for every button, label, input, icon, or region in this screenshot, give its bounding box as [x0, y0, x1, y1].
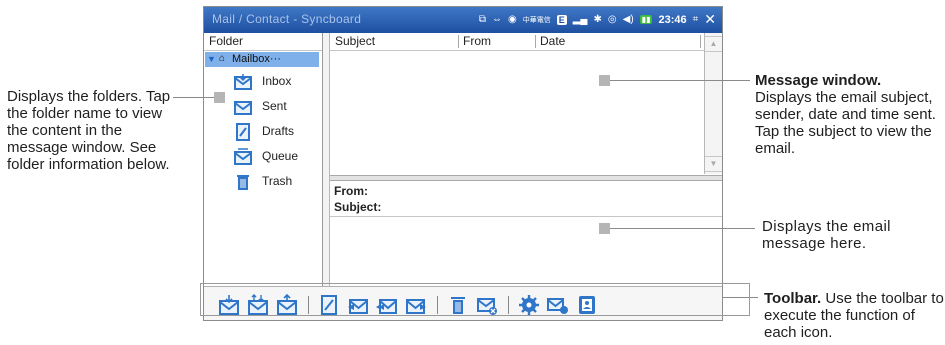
mail-app-window: Mail / Contact - Syncboard ⧉ ⇔ ◉ 中華電信 E … — [203, 6, 723, 321]
preview-leader-line — [610, 228, 755, 229]
folders-callout: Displays the folders. Tap the folder nam… — [7, 88, 171, 173]
column-divider[interactable] — [535, 35, 536, 48]
preview-callout: Displays the email message here. — [762, 218, 891, 252]
status-area: ⧉ ⇔ ◉ 中華電信 E ▂▄ ✱ ◎ ◀) ▮▮ 23:46 ⌗ ✕ — [479, 11, 716, 28]
preview-marker — [599, 223, 610, 234]
column-divider[interactable] — [700, 35, 701, 48]
wifi-icon[interactable]: ◎ — [608, 14, 617, 25]
folder-sent[interactable]: Sent — [234, 96, 320, 118]
folder-label: Queue — [262, 149, 299, 163]
folder-label: Inbox — [262, 74, 292, 88]
folder-drafts[interactable]: Drafts — [234, 121, 320, 143]
folder-pane: Folder ▼ ⌂ Mailbox··· Inbox Sent Drafts … — [204, 33, 323, 286]
message-window-leader-line — [610, 80, 750, 81]
folder-trash[interactable]: Trash — [234, 171, 320, 193]
preview-from-label: From: — [334, 184, 368, 198]
queue-icon — [234, 148, 252, 165]
carrier-label: 中華電信 — [522, 16, 551, 24]
folder-label: Drafts — [262, 124, 295, 138]
column-date[interactable]: Date — [540, 34, 565, 48]
message-preview[interactable]: From: Subject: — [330, 181, 722, 286]
window-menu-icon[interactable]: ⧉ — [479, 14, 486, 25]
mailbox-icon: ⌂ — [219, 53, 226, 64]
usb-icon: ⇔ — [491, 14, 502, 25]
vertical-scrollbar[interactable]: ▲ ▼ — [704, 33, 722, 174]
folders-marker — [214, 92, 225, 103]
message-window-callout-title: Message window. — [755, 72, 882, 89]
folder-header: Folder — [204, 33, 322, 51]
folder-queue[interactable]: Queue — [234, 146, 320, 168]
scroll-up-icon[interactable]: ▲ — [705, 36, 722, 52]
preview-divider — [330, 216, 722, 217]
network-type-icon: E — [556, 14, 567, 25]
message-window-callout: Message window. Displays the email subje… — [755, 72, 940, 157]
folder-inbox[interactable]: Inbox — [234, 71, 320, 93]
signal-icon: ▂▄ — [572, 14, 588, 25]
message-window-marker — [599, 75, 610, 86]
folders-leader-line — [173, 97, 214, 98]
window-title: Mail / Contact - Syncboard — [212, 12, 362, 26]
title-bar: Mail / Contact - Syncboard ⧉ ⇔ ◉ 中華電信 E … — [204, 7, 722, 33]
expand-triangle-icon[interactable]: ▼ — [207, 52, 216, 67]
keyboard-icon[interactable]: ⌗ — [693, 14, 699, 25]
message-list[interactable]: Subject From Date ▲ ▼ — [330, 33, 722, 174]
main-content: Folder ▼ ⌂ Mailbox··· Inbox Sent Drafts … — [204, 33, 722, 286]
mailbox-label: Mailbox··· — [232, 53, 281, 65]
sync-icon[interactable]: ◉ — [508, 14, 517, 25]
clock: 23:46 — [658, 13, 687, 26]
scroll-down-icon[interactable]: ▼ — [705, 156, 722, 172]
column-from[interactable]: From — [463, 34, 491, 48]
message-window-callout-body: Displays the email subject, sender, date… — [755, 89, 936, 157]
message-list-header: Subject From Date — [330, 33, 704, 51]
sent-icon — [234, 101, 252, 115]
column-divider[interactable] — [458, 35, 459, 48]
mailbox-row[interactable]: ▼ ⌂ Mailbox··· — [205, 52, 319, 67]
volume-icon[interactable]: ◀) — [623, 14, 634, 25]
preview-subject-label: Subject: — [334, 200, 382, 214]
bluetooth-icon[interactable]: ✱ — [594, 14, 602, 25]
close-icon[interactable]: ✕ — [704, 11, 716, 28]
toolbar-highlight-box — [200, 283, 750, 316]
battery-icon: ▮▮ — [639, 15, 653, 24]
folder-label: Sent — [262, 99, 287, 113]
inbox-icon — [234, 74, 252, 90]
toolbar-callout: Toolbar. Use the toolbar to execute the … — [764, 290, 944, 341]
column-subject[interactable]: Subject — [335, 34, 375, 48]
vertical-splitter[interactable] — [323, 33, 330, 286]
folder-label: Trash — [262, 174, 293, 188]
toolbar-callout-title: Toolbar. — [764, 290, 822, 307]
drafts-icon — [236, 123, 250, 141]
trash-icon — [237, 175, 249, 190]
